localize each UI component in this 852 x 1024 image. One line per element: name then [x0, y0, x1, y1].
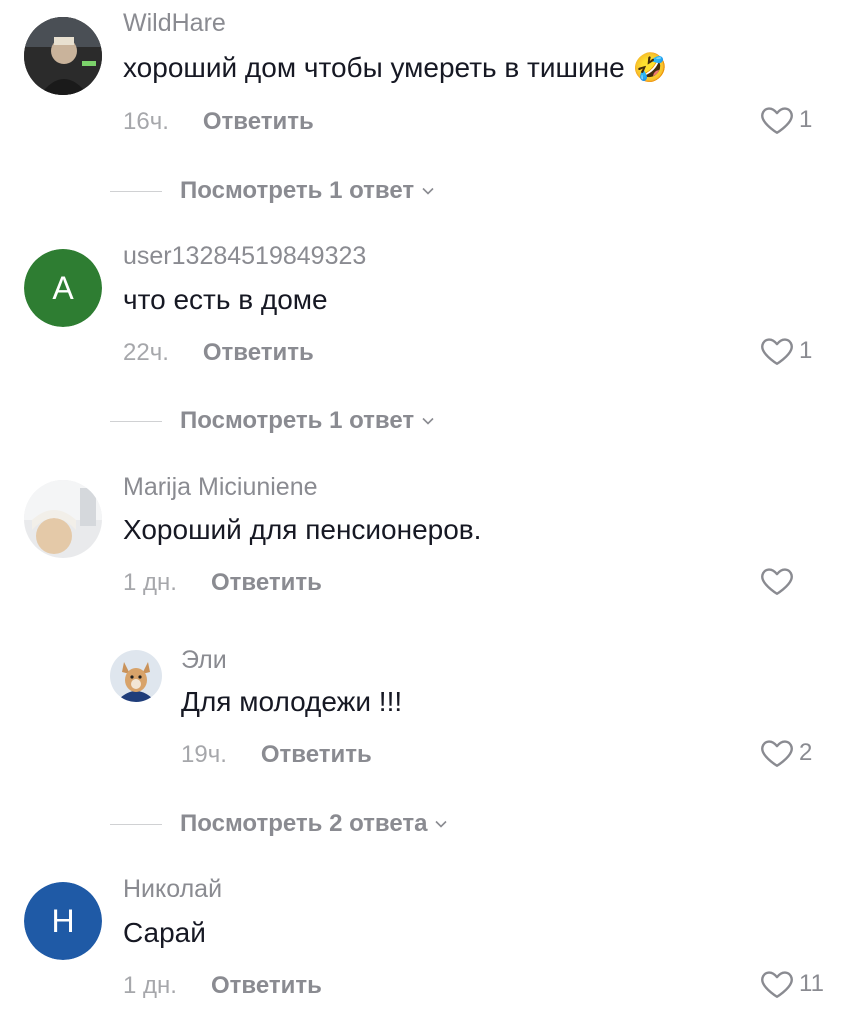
avatar-letter: Н — [51, 902, 75, 939]
view-replies-button[interactable]: Посмотреть 2 ответа — [110, 810, 449, 838]
divider — [110, 823, 162, 825]
comment-time: 22ч. — [123, 339, 169, 366]
avatar-letter: A — [52, 269, 74, 306]
comment-time: 1 дн. — [123, 972, 177, 999]
avatar[interactable]: Н — [24, 882, 102, 960]
avatar[interactable] — [110, 650, 162, 702]
divider — [110, 190, 162, 192]
laughing-emoji-icon: 🤣 — [632, 52, 668, 83]
reply-button[interactable]: Ответить — [203, 339, 314, 366]
like-count: 1 — [799, 337, 813, 364]
reply-button[interactable]: Ответить — [203, 108, 314, 135]
comment-username[interactable]: Николай — [123, 875, 222, 904]
view-replies-label: Посмотреть 1 ответ — [180, 177, 415, 204]
heart-icon — [761, 107, 793, 134]
like-button[interactable] — [759, 563, 799, 599]
comment-meta: 1 дн. Ответить — [123, 972, 322, 1000]
comment-meta: 1 дн. Ответить — [123, 569, 322, 597]
comment-meta: 16ч. Ответить — [123, 108, 314, 136]
avatar[interactable]: A — [24, 249, 102, 327]
comment-text: хороший дом чтобы умереть в тишине 🤣 — [123, 51, 667, 84]
heart-icon — [761, 568, 793, 595]
comment-text: что есть в доме — [123, 284, 328, 315]
view-replies-button[interactable]: Посмотреть 1 ответ — [110, 407, 436, 435]
comment-username[interactable]: user13284519849323 — [123, 242, 366, 271]
reply-button[interactable]: Ответить — [211, 972, 322, 999]
reply-meta: 19ч. Ответить — [181, 741, 372, 769]
chevron-down-icon — [422, 417, 434, 425]
like-button[interactable]: 1 — [759, 102, 812, 138]
avatar[interactable] — [24, 480, 102, 558]
reply-username[interactable]: Эли — [181, 646, 227, 675]
comment-text: Сарай — [123, 917, 206, 948]
comment-text-body: хороший дом чтобы умереть в тишине — [123, 52, 625, 83]
comment-meta: 22ч. Ответить — [123, 339, 314, 367]
chevron-down-icon — [435, 820, 448, 828]
reply-text: Для молодежи !!! — [181, 686, 403, 717]
view-replies-label: Посмотреть 2 ответа — [180, 810, 428, 837]
heart-icon — [761, 740, 793, 767]
like-button[interactable]: 1 — [759, 333, 812, 369]
reply-button[interactable]: Ответить — [211, 569, 322, 596]
like-count: 11 — [799, 970, 824, 997]
heart-icon — [761, 971, 793, 998]
heart-icon — [761, 338, 793, 365]
like-count: 2 — [799, 739, 813, 766]
comment-text: Хороший для пенсионеров. — [123, 514, 482, 545]
comment-username[interactable]: WildHare — [123, 9, 226, 38]
comment-time: 16ч. — [123, 108, 169, 135]
comment-username[interactable]: Marija Miciuniene — [123, 473, 318, 502]
chevron-down-icon — [422, 187, 434, 195]
divider — [110, 420, 162, 422]
view-replies-label: Посмотреть 1 ответ — [180, 407, 415, 434]
photo-avatar-icon — [24, 480, 102, 558]
like-button[interactable]: 2 — [759, 735, 812, 771]
avatar[interactable] — [24, 17, 102, 95]
reply-button[interactable]: Ответить — [261, 741, 372, 768]
like-count: 1 — [799, 106, 813, 133]
dog-photo-avatar-icon — [110, 650, 162, 702]
comment-time: 1 дн. — [123, 569, 177, 596]
reply-time: 19ч. — [181, 741, 227, 768]
photo-avatar-icon — [24, 17, 102, 95]
like-button[interactable]: 11 — [759, 966, 824, 1002]
view-replies-button[interactable]: Посмотреть 1 ответ — [110, 177, 436, 205]
